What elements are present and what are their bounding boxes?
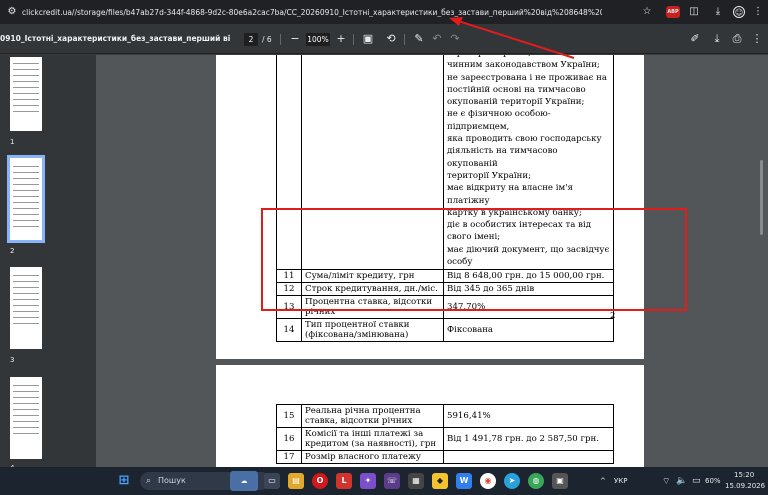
download-icon[interactable]: ⤓	[712, 6, 724, 18]
row-value	[443, 450, 614, 464]
pdf-page: території України, визначеноїчинним зако…	[216, 55, 644, 359]
task-view-icon[interactable]: ▭	[264, 473, 280, 489]
eligibility-line: постійній основі на тимчасово	[447, 84, 586, 95]
page-thumbnail[interactable]	[10, 57, 42, 131]
keyboard-language[interactable]: УКР	[614, 477, 627, 485]
search-icon: ⌕	[146, 476, 152, 486]
file-explorer-icon[interactable]: ▤	[288, 473, 304, 489]
eligibility-line: окупованій території України;	[447, 97, 585, 108]
characteristics-table: 15 Реальна річна процентна ставка, відсо…	[276, 404, 614, 464]
dropbox-icon[interactable]: ◆	[432, 473, 448, 489]
row-number: 14	[276, 318, 302, 343]
pdf-menu-icon[interactable]: ⋮	[750, 32, 764, 46]
row-number: 16	[276, 427, 302, 451]
thumbnail-sidebar: 1 2 3 4	[0, 55, 96, 467]
zoom-in-icon[interactable]: +	[334, 32, 348, 46]
word-icon[interactable]: W	[456, 473, 472, 489]
widget-icon[interactable]: ☁	[230, 471, 258, 491]
telegram-icon[interactable]: ➤	[504, 473, 520, 489]
opera-icon[interactable]: O	[312, 473, 328, 489]
row-label: Тип процентної ставки (фіксована/змінюва…	[301, 318, 444, 343]
page-thumbnail-selected[interactable]	[7, 155, 45, 243]
table-row: 14 Тип процентної ставки (фіксована/змін…	[276, 318, 614, 343]
row-value: Фіксована	[443, 318, 614, 343]
adblock-extension-icon[interactable]: ABP	[666, 6, 680, 18]
taskbar: ⊞ ⌕ Пошук ☁ ▭ ▤ O L ✦ ☏ ▦ ◆ W ◉ ➤ ◍ ▣ ^ …	[0, 467, 768, 495]
row-label: Комісії та інші платежі за кредитом (за …	[301, 427, 444, 451]
thumbnail-page-number: 2	[10, 247, 15, 255]
thumbnail-page-number: 3	[10, 356, 15, 364]
scrollbar-thumb[interactable]	[760, 160, 763, 235]
rotate-icon[interactable]: ⟲	[384, 32, 398, 46]
eligibility-line: території України;	[447, 170, 532, 181]
print-icon[interactable]: ⎙	[730, 32, 744, 46]
bookmark-star-icon[interactable]: ☆	[641, 6, 653, 18]
row-label: Реальна річна процентна ставка, відсотки…	[301, 404, 444, 428]
chrome-icon[interactable]: ◉	[480, 473, 496, 489]
app-green-icon[interactable]: ◍	[528, 473, 544, 489]
undo-icon[interactable]: ↶	[430, 32, 444, 46]
eligibility-line: діяльність на тимчасово окупованій	[447, 146, 558, 169]
toolbar-divider	[353, 34, 354, 45]
toolbar-divider	[404, 34, 405, 45]
fit-page-icon[interactable]: ▣	[361, 32, 375, 46]
pdf-toolbar: 0910_Істотні_характеристики_без_застави_…	[0, 24, 768, 54]
battery-icon[interactable]: ▭	[692, 476, 701, 486]
url-text[interactable]: clickcredit.ua//storage/files/b47ab27d-3…	[22, 8, 602, 17]
eligibility-line: не є фізичною особою-підприємцем,	[447, 109, 551, 132]
table-row: 16 Комісії та інші платежі за кредитом (…	[276, 427, 614, 451]
highlight-box	[261, 208, 687, 311]
profile-avatar-icon[interactable]: ☺	[733, 6, 745, 18]
row-number: 17	[276, 450, 302, 464]
eligibility-line: не зареєстрована і не проживає на	[447, 72, 607, 83]
toolbar-divider	[280, 34, 281, 45]
search-placeholder: Пошук	[158, 476, 186, 485]
start-windows-icon[interactable]: ⊞	[116, 473, 132, 489]
clock-time[interactable]: 15:20	[734, 471, 754, 479]
annotate-icon[interactable]: ✐	[688, 32, 702, 46]
page-total: / 6	[262, 35, 272, 44]
redo-icon[interactable]: ↷	[448, 32, 462, 46]
table-row: 17 Розмір власного платежу	[276, 450, 614, 464]
draw-icon[interactable]: ✎	[412, 32, 426, 46]
row-number: 15	[276, 404, 302, 428]
clock-date[interactable]: 15.09.2026	[725, 482, 765, 490]
page-number: 2	[610, 311, 616, 321]
app-l-icon[interactable]: L	[336, 473, 352, 489]
wifi-icon[interactable]: ⌔	[662, 476, 670, 487]
viber-icon[interactable]: ☏	[384, 473, 400, 489]
zoom-level-input[interactable]: 100%	[306, 33, 330, 46]
table-row: 15 Реальна річна процентна ставка, відсо…	[276, 404, 614, 428]
browser-address-bar[interactable]: ⚙ clickcredit.ua//storage/files/b47ab27d…	[0, 0, 768, 24]
page-thumbnail[interactable]	[10, 377, 42, 459]
pdf-page: 15 Реальна річна процентна ставка, відсо…	[216, 365, 644, 467]
volume-icon[interactable]: 🔈	[676, 476, 687, 486]
copilot-icon[interactable]: ✦	[360, 473, 376, 489]
page-number-input[interactable]: 2	[244, 33, 258, 46]
app-icon[interactable]: ▦	[408, 473, 424, 489]
browser-menu-icon[interactable]: ⋮	[752, 6, 764, 18]
row-label: Розмір власного платежу	[301, 450, 444, 464]
site-info-icon[interactable]: ⚙	[6, 6, 18, 18]
row-value: 5916,41%	[443, 404, 614, 428]
extensions-icon[interactable]: ◫	[688, 6, 700, 18]
zoom-out-icon[interactable]: −	[288, 32, 302, 46]
row-value: Від 1 491,78 грн. до 2 587,50 грн.	[443, 427, 614, 451]
pdf-document-title: 0910_Істотні_характеристики_без_застави_…	[0, 34, 230, 43]
page-thumbnail[interactable]	[10, 267, 42, 349]
battery-level: 60%	[705, 477, 721, 485]
download-pdf-icon[interactable]: ⤓	[710, 32, 724, 46]
tray-overflow-icon[interactable]: ^	[600, 477, 606, 485]
eligibility-line: яка проводить свою господарську	[447, 134, 602, 145]
eligibility-line: чинним законодавством України;	[447, 60, 600, 71]
eligibility-line: має відкриту на власне ім'я платіжну	[447, 183, 573, 206]
thumbnail-page-number: 1	[10, 138, 15, 146]
app-gray-icon[interactable]: ▣	[552, 473, 568, 489]
